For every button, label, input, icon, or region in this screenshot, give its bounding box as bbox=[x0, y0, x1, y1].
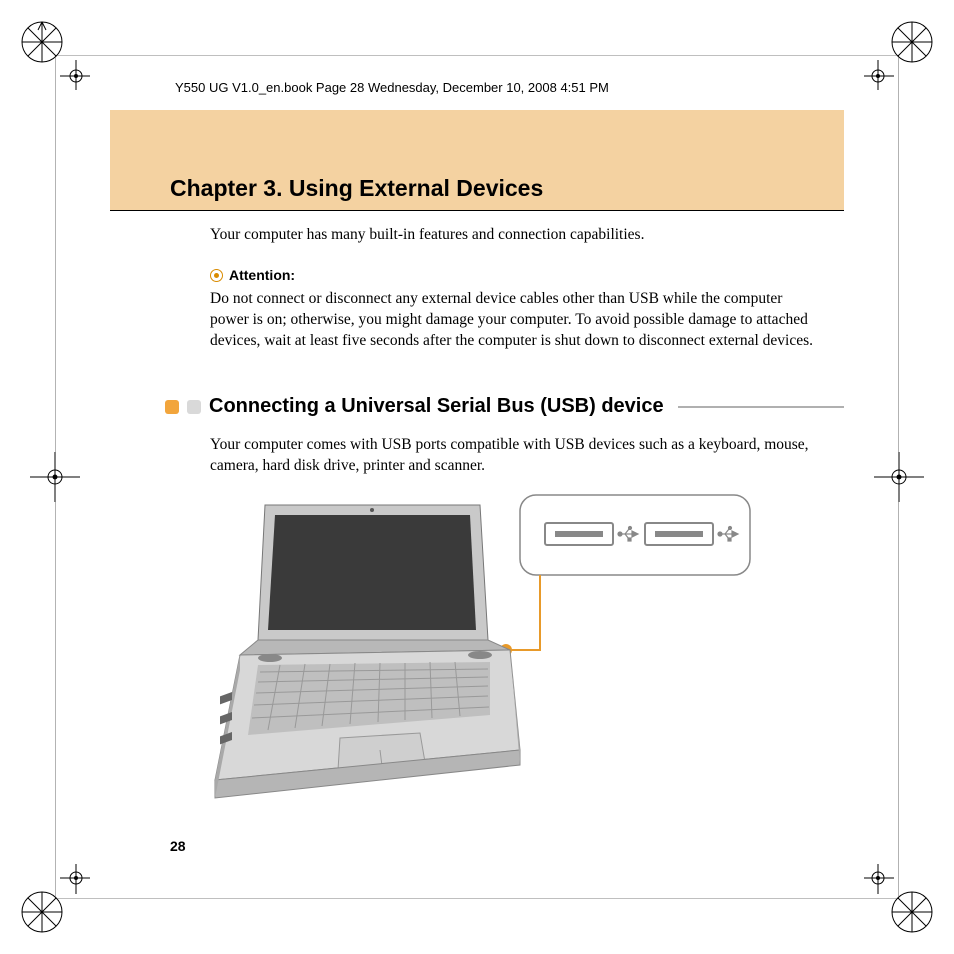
crop-mark-icon bbox=[864, 20, 934, 90]
attention-label: Attention: bbox=[229, 266, 295, 285]
crop-mark-icon bbox=[20, 442, 90, 512]
crop-mark-icon bbox=[864, 864, 934, 934]
chapter-title: Chapter 3. Using External Devices bbox=[170, 175, 543, 202]
crop-mark-icon bbox=[864, 442, 934, 512]
crop-mark-icon bbox=[20, 20, 90, 90]
attention-body: Do not connect or disconnect any externa… bbox=[210, 289, 824, 352]
bullet-square-icon bbox=[165, 400, 179, 414]
header-meta: Y550 UG V1.0_en.book Page 28 Wednesday, … bbox=[175, 80, 609, 95]
section-body: Your computer comes with USB ports compa… bbox=[210, 435, 824, 477]
crop-mark-icon bbox=[20, 864, 90, 934]
section-heading: Connecting a Universal Serial Bus (USB) … bbox=[165, 395, 844, 418]
laptop-usb-illustration bbox=[210, 490, 820, 810]
attention-icon bbox=[210, 269, 223, 282]
bullet-square-icon bbox=[187, 400, 201, 414]
attention-block: Attention: Do not connect or disconnect … bbox=[210, 264, 824, 352]
heading-rule bbox=[678, 406, 844, 408]
page-number: 28 bbox=[170, 838, 186, 854]
section-heading-text: Connecting a Universal Serial Bus (USB) … bbox=[209, 395, 664, 418]
intro-text: Your computer has many built-in features… bbox=[210, 225, 824, 246]
chapter-rule bbox=[110, 210, 844, 211]
